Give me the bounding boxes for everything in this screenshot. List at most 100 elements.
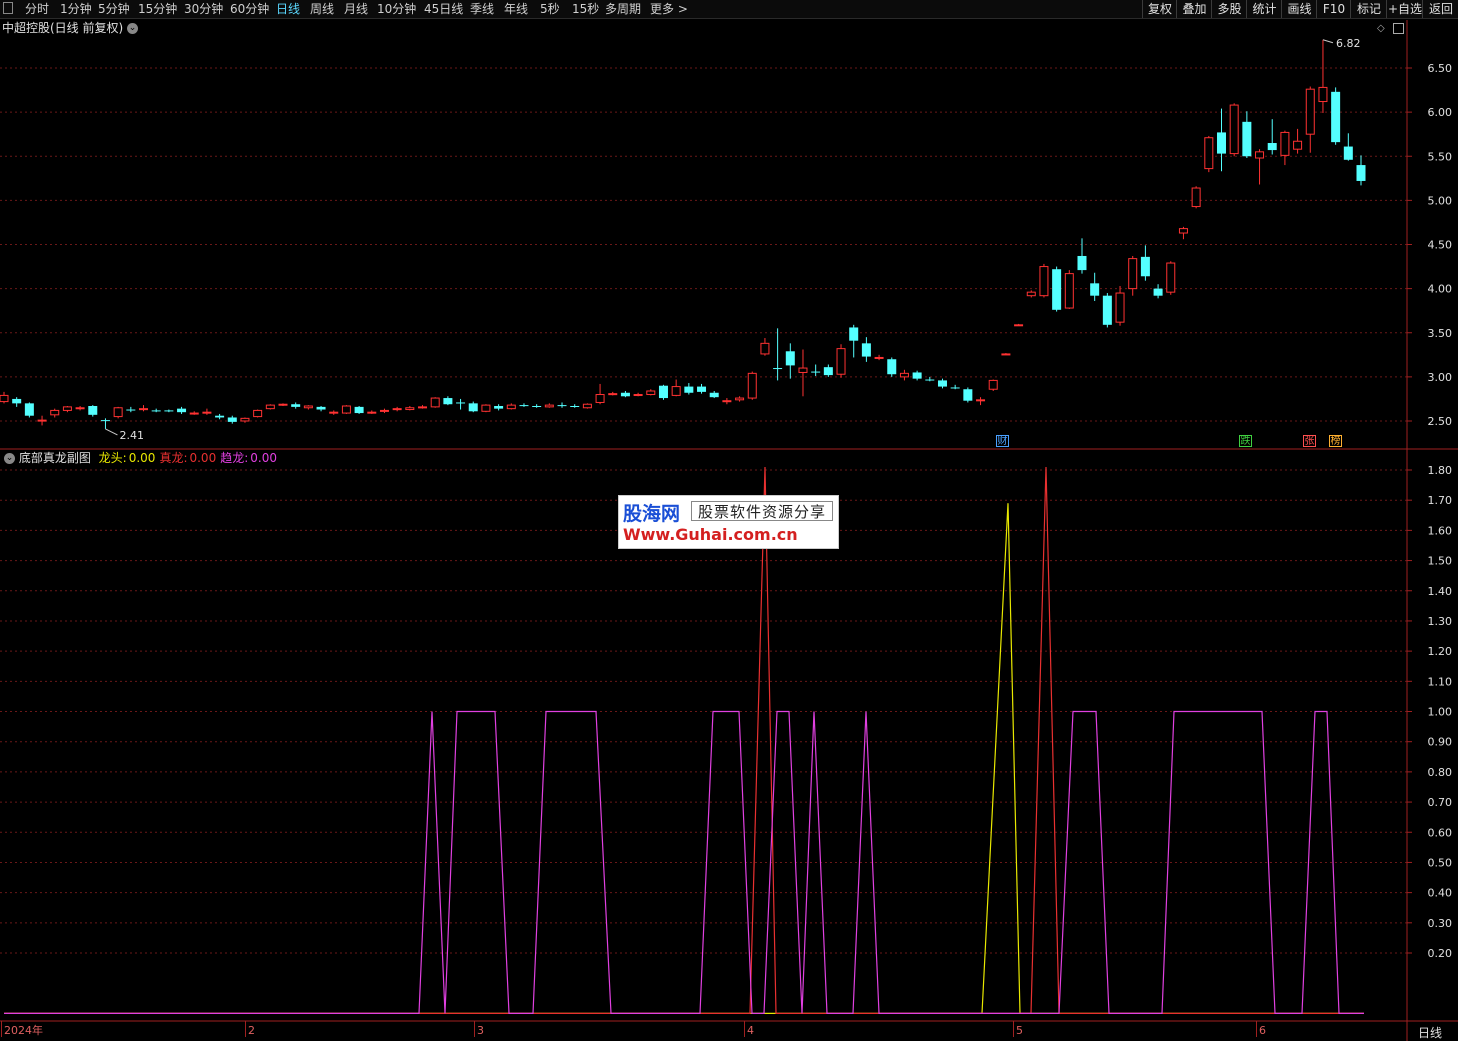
candle-body (988, 379, 998, 390)
event-badge-2[interactable]: 张 (1303, 435, 1316, 447)
price-label: 4.00 (1428, 283, 1453, 296)
candle-body (811, 371, 821, 373)
price-label: 2.50 (1428, 415, 1453, 428)
candle-body (722, 400, 732, 403)
candle-body (1242, 121, 1252, 157)
indicator-axis-label: 1.40 (1428, 585, 1453, 598)
candle-body (1331, 91, 1341, 143)
candle-body (798, 367, 808, 373)
candle-body (1102, 295, 1112, 325)
candle-body (963, 389, 973, 401)
candle-body (227, 417, 237, 422)
candle-body (1356, 165, 1366, 181)
indicator-axis-label: 0.60 (1428, 826, 1453, 839)
candle-body (354, 406, 364, 414)
candle-body (0, 394, 9, 403)
indicator-axis-label: 0.80 (1428, 766, 1453, 779)
candle-body (443, 398, 453, 405)
candle-body (1077, 255, 1087, 271)
watermark-url: Www.Guhai.com.cn (623, 525, 798, 544)
price-label: 5.00 (1428, 194, 1453, 207)
candle-body (836, 348, 846, 375)
max-price-pointer (1322, 39, 1334, 44)
date-tick-mark (744, 1021, 745, 1037)
candle-body (1280, 131, 1290, 156)
date-label: 2024年 (4, 1024, 43, 1037)
candle-body (557, 405, 567, 407)
candle-body (1255, 151, 1265, 159)
candle-body (50, 409, 60, 416)
candle-body (1140, 256, 1150, 277)
candle-body (849, 327, 859, 341)
max-price-label: 6.82 (1336, 37, 1361, 50)
candle-body (823, 367, 833, 376)
candle-body (1001, 353, 1011, 356)
candle-body (253, 409, 263, 418)
candle-body (392, 408, 402, 411)
candle-body (620, 392, 630, 397)
event-badge-0[interactable]: 财 (996, 435, 1009, 447)
event-badge-3[interactable]: 榜 (1329, 435, 1342, 447)
candle-body (1267, 143, 1277, 151)
candle-body (760, 342, 770, 355)
min-price-label: 2.41 (119, 429, 144, 442)
candle-body (367, 411, 377, 414)
indicator-axis-label: 1.20 (1428, 645, 1453, 658)
indicator-axis-label: 0.50 (1428, 856, 1453, 869)
candle-body (709, 392, 719, 398)
candle-body (291, 404, 301, 407)
candle-body (12, 398, 22, 404)
date-tick-mark (1013, 1021, 1014, 1037)
candle-body (405, 407, 415, 411)
candle-body (608, 393, 618, 396)
date-label: 5 (1016, 1024, 1023, 1037)
candle-body (582, 403, 592, 409)
candle-body (329, 411, 339, 414)
candle-body (646, 390, 656, 396)
date-label: 6 (1259, 1024, 1266, 1037)
indicator-axis-label: 1.00 (1428, 706, 1453, 719)
indicator-axis-label: 0.40 (1428, 887, 1453, 900)
candle-body (303, 405, 313, 409)
candle-body (37, 419, 47, 422)
candle-body (1026, 291, 1036, 297)
event-badge-1[interactable]: 跌 (1239, 435, 1252, 447)
candle-body (570, 405, 580, 407)
candle-body (75, 407, 85, 410)
candle-body (88, 405, 98, 415)
candle-body (1153, 288, 1163, 296)
candle-body (785, 351, 795, 366)
price-label: 6.00 (1428, 106, 1453, 119)
candle-body (1318, 86, 1328, 103)
candle-body (164, 410, 174, 412)
candle-body (1052, 269, 1062, 310)
candle-body (1039, 266, 1049, 297)
candle-body (379, 409, 389, 412)
price-label: 4.50 (1428, 239, 1453, 252)
candle-body (139, 408, 149, 411)
candle-body (976, 399, 986, 402)
candle-body (1115, 292, 1125, 323)
candle-body (202, 411, 212, 414)
indicator-axis-label: 0.20 (1428, 947, 1453, 960)
candle-body (1090, 283, 1100, 296)
indicator-axis-label: 1.80 (1428, 464, 1453, 477)
candle-body (1216, 132, 1226, 154)
date-tick-mark (474, 1021, 475, 1037)
price-label: 6.50 (1428, 62, 1453, 75)
candle-body (1064, 273, 1074, 309)
candle-body (126, 409, 136, 411)
candle-body (937, 380, 947, 387)
candle-body (189, 412, 199, 415)
indicator-line-0 (4, 503, 1364, 1014)
candle-body (747, 372, 757, 399)
candle-body (278, 403, 288, 406)
candle-body (595, 394, 605, 403)
candle-body (24, 403, 34, 416)
date-tick-mark (1, 1021, 2, 1037)
candle-body (925, 379, 935, 381)
candle-body (861, 343, 871, 357)
candle-body (62, 406, 72, 411)
candle-body (418, 406, 428, 409)
indicator-axis-label: 0.30 (1428, 917, 1453, 930)
